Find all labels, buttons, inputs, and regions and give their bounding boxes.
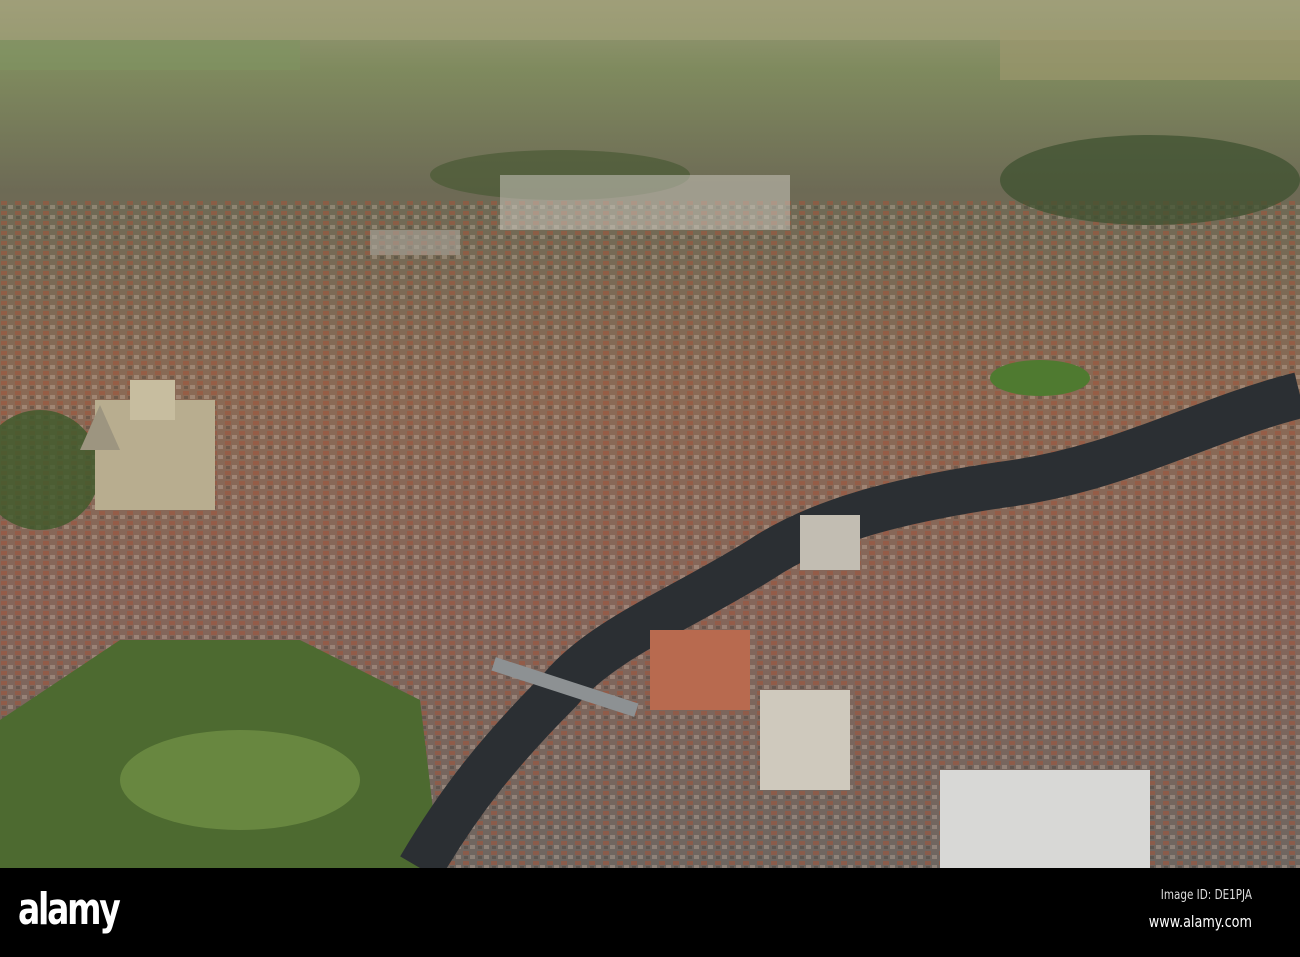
alamy-logo: alamy <box>18 884 121 935</box>
image-id: Image ID: DE1PJA <box>1160 888 1252 903</box>
watermark-banner: alamy Image ID: DE1PJA www.alamy.com <box>0 868 1300 957</box>
aerial-photo <box>0 0 1300 868</box>
website-url: www.alamy.com <box>1148 912 1252 931</box>
